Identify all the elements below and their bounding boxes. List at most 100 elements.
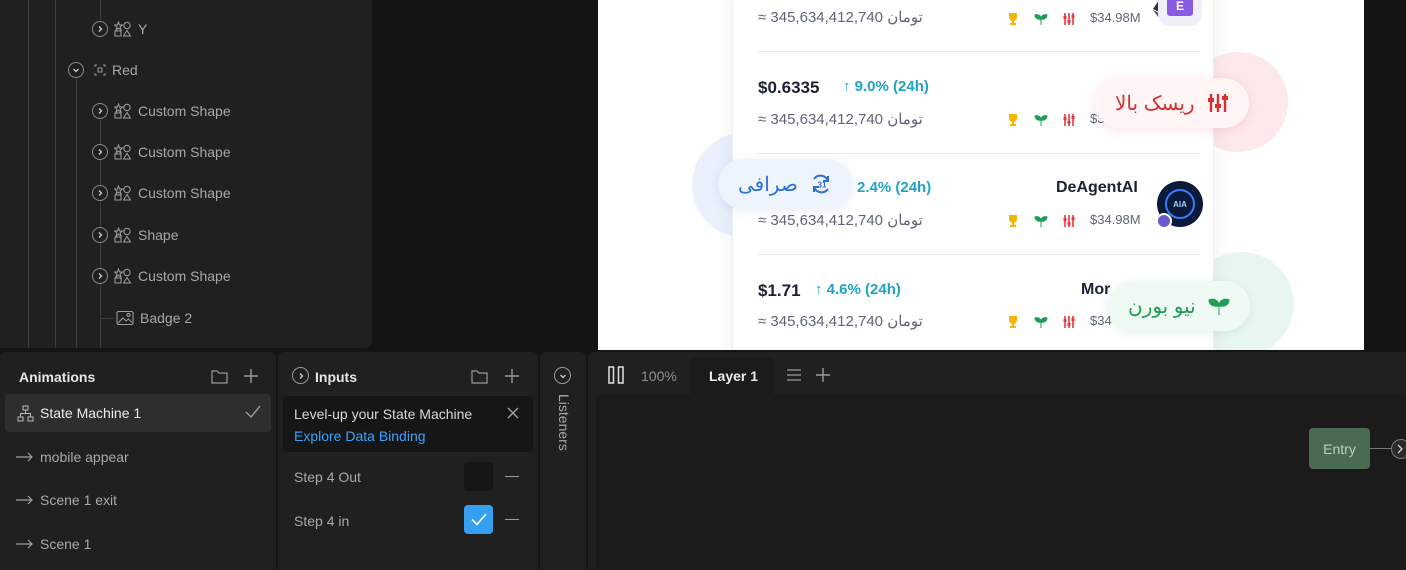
newborn-pill-label: نیو بورن <box>1128 295 1196 318</box>
newborn-pill: نیو بورن <box>1108 281 1250 331</box>
tree-row-badge-2[interactable]: Badge 2 <box>100 307 192 329</box>
input-checkbox-checked[interactable] <box>464 505 493 534</box>
animation-label: Scene 1 <box>40 536 92 552</box>
remove-input-icon[interactable] <box>505 476 519 478</box>
price-change: 2.4% (24h) <box>857 179 932 196</box>
token-logo: E <box>1158 0 1202 26</box>
trophy-icon <box>1003 9 1023 29</box>
tree-label: Y <box>138 21 148 37</box>
state-machine-item[interactable]: State Machine 1 <box>5 394 271 432</box>
toman-value: ≈ تومان 345,634,412,740 <box>758 212 923 229</box>
check-icon <box>245 405 261 419</box>
shapes-icon <box>114 103 132 119</box>
folder-icon[interactable] <box>211 369 228 384</box>
stage-background <box>372 0 598 350</box>
listeners-title[interactable]: Listeners <box>554 394 572 464</box>
coin-name: Mor <box>1081 281 1111 298</box>
animation-item[interactable]: mobile appear <box>16 449 129 465</box>
tree-row-custom-shape[interactable]: Custom Shape <box>92 100 231 122</box>
sprout-icon <box>1208 296 1230 316</box>
tree-guide <box>76 78 77 348</box>
layers-menu-icon[interactable] <box>787 369 801 381</box>
shapes-icon <box>114 144 132 160</box>
chain-icon <box>1156 213 1172 229</box>
folder-icon[interactable] <box>471 369 488 384</box>
input-checkbox[interactable] <box>464 462 493 491</box>
animations-title: Animations <box>19 369 96 385</box>
listeners-panel: Listeners <box>540 352 586 570</box>
risk-sliders-icon <box>1059 211 1079 231</box>
trophy-icon <box>1003 211 1023 231</box>
animation-item[interactable]: Scene 1 <box>16 536 91 552</box>
graph-canvas[interactable]: Entry <box>596 394 1406 570</box>
risk-pill-label: ریسک بالا <box>1115 92 1195 115</box>
tree-label: Custom Shape <box>138 144 231 160</box>
remove-input-icon[interactable] <box>505 519 519 521</box>
artboard[interactable]: ≈ تومان 345,634,412,740 $34.98M E $0.633… <box>598 0 1364 350</box>
expand-chevron-icon[interactable] <box>92 268 108 284</box>
expand-chevron-icon[interactable] <box>92 227 108 243</box>
close-icon[interactable] <box>507 407 519 419</box>
tree-row-custom-shape[interactable]: Custom Shape <box>92 265 231 287</box>
expand-chevron-icon[interactable] <box>92 103 108 119</box>
trophy-icon <box>1003 312 1023 332</box>
coin-price: $1.71 <box>758 281 801 300</box>
market-cap: $34.98M <box>1090 212 1141 227</box>
tree-row-red[interactable]: Red <box>68 59 138 81</box>
toman-value: ≈ تومان 345,634,412,740 <box>758 9 923 26</box>
expand-chevron-icon[interactable] <box>92 21 108 37</box>
add-layer-icon[interactable] <box>815 367 831 383</box>
entry-node-label: Entry <box>1323 440 1356 457</box>
add-icon[interactable] <box>504 368 520 384</box>
sprout-icon <box>1031 9 1051 29</box>
expand-chevron-icon[interactable] <box>92 185 108 201</box>
market-cap: $34 <box>1090 313 1112 328</box>
trophy-icon <box>1003 110 1023 130</box>
tree-guide <box>100 0 101 20</box>
image-icon <box>116 310 134 326</box>
input-label: Step 4 Out <box>294 469 361 485</box>
tree-label: Badge 2 <box>140 310 193 326</box>
tree-row-custom-shape[interactable]: Custom Shape <box>92 141 231 163</box>
zoom-level[interactable]: 100% <box>641 368 677 384</box>
tree-label: Custom Shape <box>138 268 231 284</box>
tree-label: Red <box>112 62 138 78</box>
sprout-icon <box>1031 110 1051 130</box>
tree-row-custom-shape[interactable]: Custom Shape <box>92 182 231 204</box>
layer-tab-label: Layer 1 <box>709 368 759 384</box>
sprout-icon <box>1031 312 1051 332</box>
input-label: Step 4 in <box>294 513 350 529</box>
risk-pill: ریسک بالا <box>1095 78 1249 128</box>
price-change: ↑ 4.6% (24h) <box>815 281 901 298</box>
collapse-chevron-icon[interactable] <box>68 62 84 78</box>
risk-sliders-icon <box>1059 9 1079 29</box>
market-cap: $34.98M <box>1090 10 1141 25</box>
expand-chevron-icon[interactable] <box>92 144 108 160</box>
explore-data-binding-link[interactable]: Explore Data Binding <box>294 428 426 444</box>
toman-value: ≈ تومان 345,634,412,740 <box>758 313 923 330</box>
entry-node[interactable]: Entry <box>1309 428 1370 469</box>
shapes-icon <box>114 268 132 284</box>
tree-row-y[interactable]: Y <box>92 18 147 40</box>
tab-layer-1[interactable]: Layer 1 <box>690 358 774 394</box>
transition-arrow-icon[interactable] <box>1391 439 1406 459</box>
inputs-title: Inputs <box>315 369 357 385</box>
sprout-icon <box>1031 211 1051 231</box>
add-icon[interactable] <box>243 368 259 384</box>
animation-label: Scene 1 exit <box>40 492 118 508</box>
arrow-right-icon <box>16 539 34 549</box>
state-machine-icon <box>17 405 34 422</box>
collapse-chevron-icon[interactable] <box>554 367 571 384</box>
animation-label: mobile appear <box>40 449 129 465</box>
risk-sliders-icon <box>1059 312 1079 332</box>
row-divider <box>758 254 1200 255</box>
expand-chevron-icon[interactable] <box>292 367 309 384</box>
promo-text: Level-up your State Machine <box>294 406 473 422</box>
tree-guide <box>55 0 56 348</box>
state-machine-label: State Machine 1 <box>40 405 142 421</box>
tree-row-shape[interactable]: Shape <box>92 224 178 246</box>
pause-icon[interactable] <box>608 366 624 384</box>
shapes-icon <box>114 227 132 243</box>
svg-text:31: 31 <box>817 181 826 190</box>
animation-item[interactable]: Scene 1 exit <box>16 492 117 508</box>
